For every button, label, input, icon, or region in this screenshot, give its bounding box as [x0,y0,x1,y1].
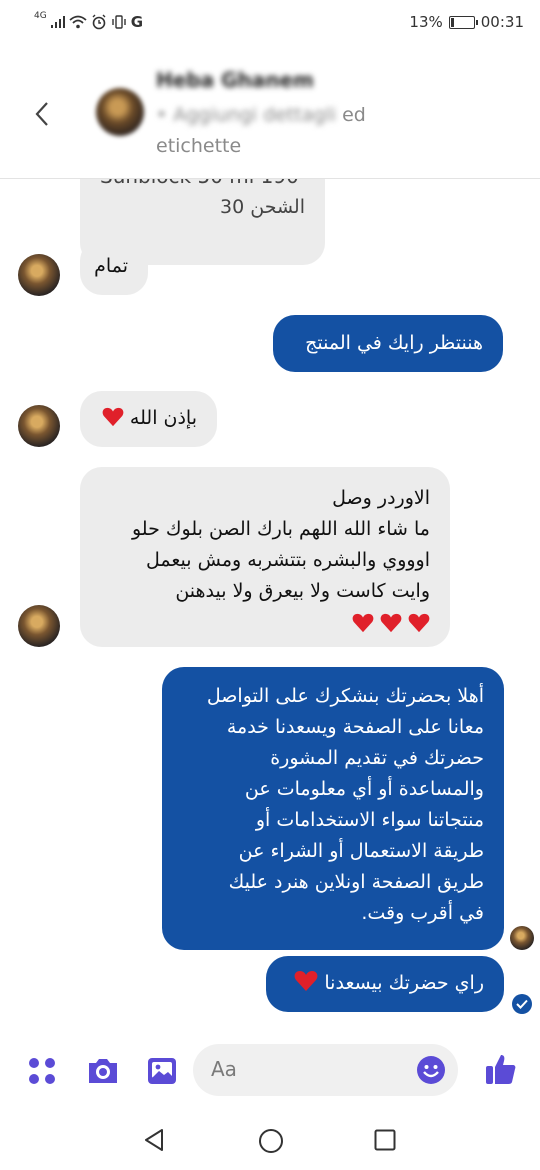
message-composer: Aa [0,1030,540,1112]
message-line: اوووي والبشره بتتشربه ومش بيعمل [146,549,430,571]
emoji-icon[interactable] [416,1055,446,1085]
contact-avatar[interactable] [96,88,144,136]
heart-emoji-row [100,607,430,640]
message-bubble-outgoing[interactable]: هننتظر رايك في المنتج [273,315,503,372]
wifi-icon [69,15,87,29]
message-bubble-outgoing[interactable]: راي حضرتك بيسعدنا [266,956,504,1012]
message-bubble-incoming[interactable]: الاوردر وصل ما شاء الله اللهم بارك الصن … [80,467,450,647]
sender-avatar[interactable] [18,405,60,447]
heart-emoji-icon [352,613,374,633]
message-text: هننتظر رايك في المنتج [305,332,483,354]
nav-recents-icon[interactable] [374,1129,396,1151]
message-line: Sunblock 50 ml 190 [100,179,305,192]
message-list[interactable]: Sunblock 50 ml 190 الشحن 30 تمام هننتظر … [0,179,540,1029]
message-text: راي حضرتك بيسعدنا [324,972,484,994]
camera-icon[interactable] [86,1056,120,1086]
contact-subtitle[interactable]: • Aggiungi dettagli ed etichette [156,100,416,162]
signal-icon [50,16,65,28]
heart-emoji-icon [294,971,318,991]
message-text: بإذن الله [129,407,197,429]
message-bubble-outgoing[interactable]: أهلا بحضرتك بنشكرك على التواصل معانا على… [162,667,504,950]
nav-home-icon[interactable] [258,1128,284,1154]
nav-back-icon[interactable] [142,1128,166,1152]
message-input-placeholder: Aa [211,1057,237,1081]
battery-percent: 13% [409,13,443,31]
status-bar: 4G G 13% 00:31 [0,0,540,44]
read-receipt-avatar [510,926,534,950]
status-right: 13% 00:31 [409,13,524,31]
conversation-header: Heba Ghanem • Aggiungi dettagli ed etich… [0,44,540,179]
contact-name[interactable]: Heba Ghanem [156,68,314,92]
message-line: وايت كاست ولا بيعرق ولا بيدهنن [175,580,430,602]
heart-emoji-icon [102,407,124,427]
message-bubble-incoming[interactable]: بإذن الله [80,391,217,447]
heart-emoji-icon [408,613,430,633]
clock: 00:31 [480,13,524,31]
message-line: طريقة الاستعمال أو الشراء عن [238,840,484,862]
sender-avatar[interactable] [18,605,60,647]
thumbs-up-icon[interactable] [484,1052,518,1086]
message-input[interactable]: Aa [193,1044,458,1096]
heart-emoji-icon [380,613,402,633]
system-nav-bar [0,1112,540,1170]
apps-icon[interactable] [27,1056,57,1086]
image-icon[interactable] [146,1056,178,1086]
message-text: تمام [94,255,128,277]
alarm-icon [92,14,106,30]
subtitle-blurred-text: • Aggiungi dettagli [156,104,337,126]
carrier-glyph: G [130,13,144,31]
vibrate-icon [112,15,126,29]
delivered-check-icon [512,994,532,1014]
network-type-label: 4G [34,11,47,21]
message-line: أهلا بحضرتك بنشكرك على التواصل [206,685,484,707]
message-line: ما شاء الله اللهم بارك الصن بلوك حلو [131,518,430,540]
back-chevron-icon[interactable] [34,100,50,128]
status-left-icons: 4G G [34,11,144,31]
message-line: الاوردر وصل [332,487,430,509]
message-line: معانا على الصفحة ويسعدنا خدمة [226,716,484,738]
message-line: والمساعدة أو أي معلومات عن [244,778,484,800]
message-line: منتجاتنا سواء الاستخدامات أو [255,809,484,831]
message-line: حضرتك في تقديم المشورة [270,747,484,769]
battery-icon [448,15,478,29]
message-bubble-incoming[interactable]: تمام [80,239,148,295]
message-line: في أقرب وقت. [361,902,484,924]
message-line: الشحن 30 [220,196,305,218]
message-line: طريق الصفحة اونلاين هنرد عليك [228,871,484,893]
sender-avatar[interactable] [18,254,60,296]
